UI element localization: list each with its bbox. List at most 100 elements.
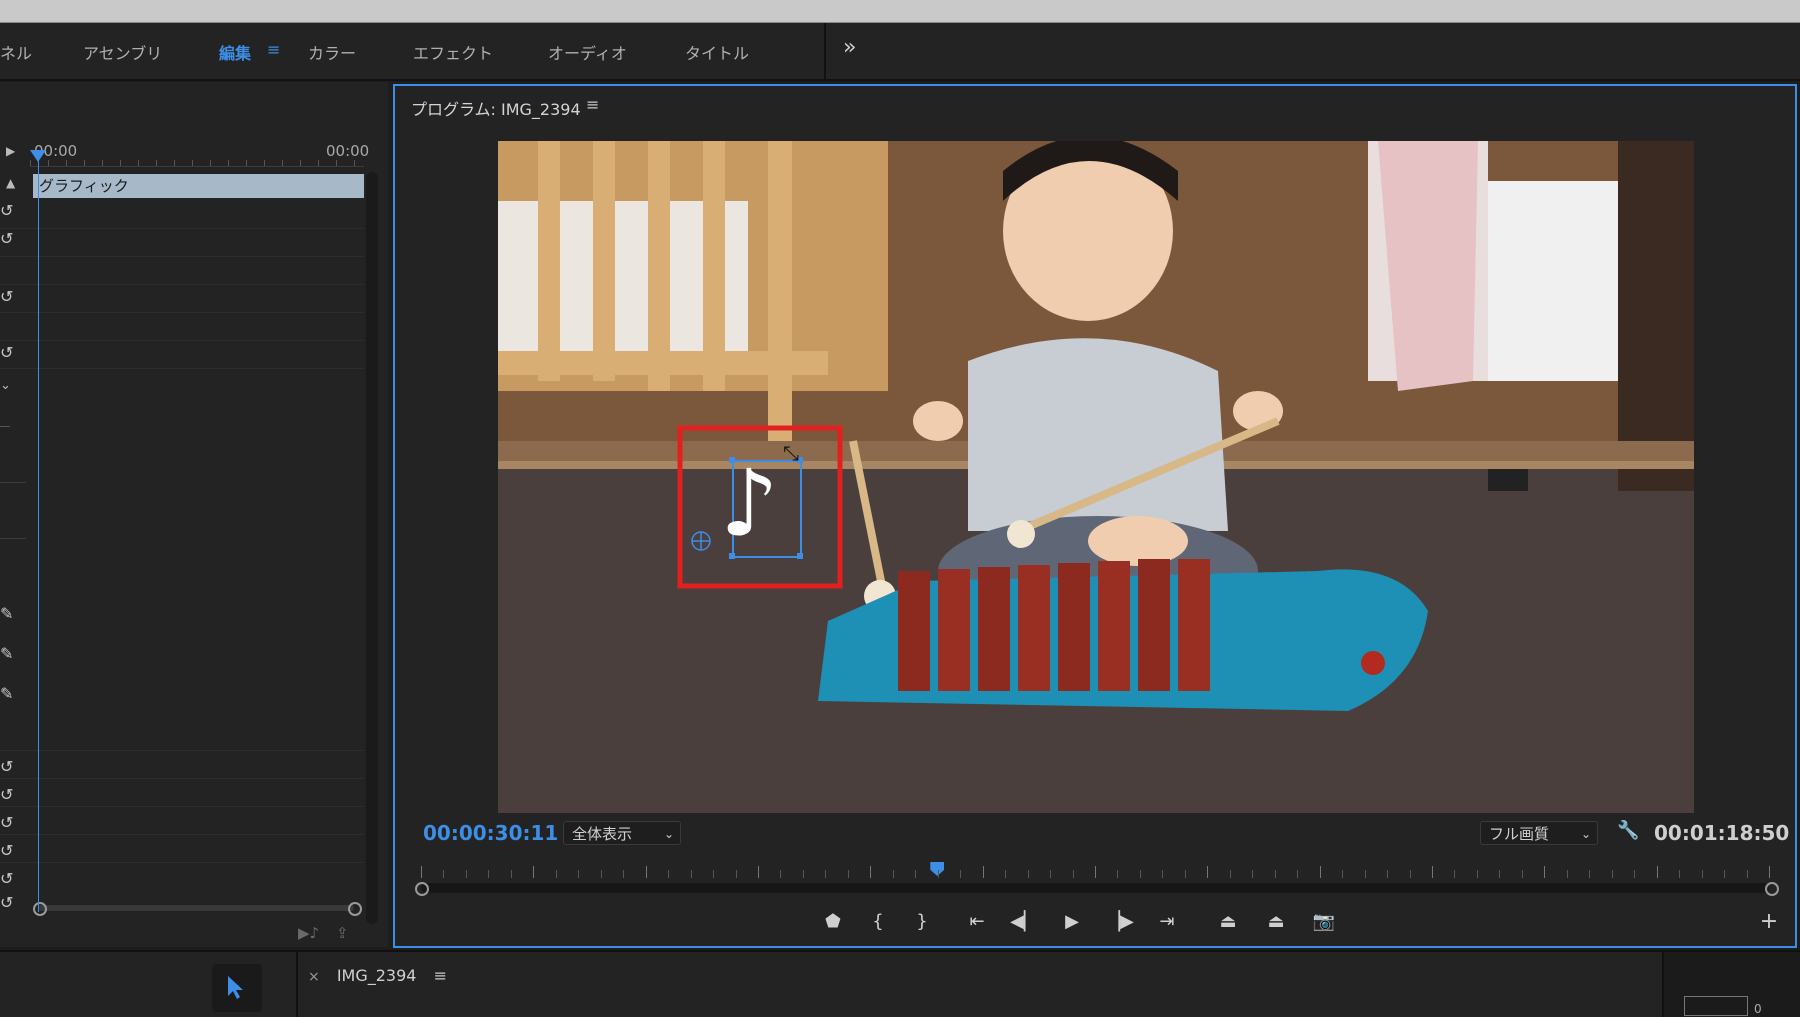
workspace-tab-effects[interactable]: エフェクト [413,40,493,64]
workspace-tab-assembly[interactable]: アセンブリ [83,40,162,64]
ruler-tick [758,866,759,878]
ruler-tick [1139,870,1141,878]
workspace-tab-channel[interactable]: ネル [0,40,32,64]
sequence-tab[interactable]: × IMG_2394 ≡ [296,966,447,985]
ruler-tick [780,870,782,878]
play-button[interactable]: ▶ [1057,907,1087,937]
video-frame[interactable]: ♪ ⤡ [498,141,1694,813]
expand-triangle-icon[interactable]: ▶ [6,144,15,158]
ruler-tick [1432,866,1433,878]
zoom-handle-left[interactable] [415,882,429,896]
reset-icon[interactable]: ↺ [0,230,18,248]
workspace-bar: ネル アセンブリ 編集 ≡ カラー エフェクト オーディオ タイトル » [0,23,1800,81]
reset-icon[interactable]: ↺ [0,786,18,804]
reset-icon[interactable]: ↺ [0,758,18,776]
zoom-handle-left[interactable] [33,902,47,916]
property-row [0,228,364,257]
ruler-tick [1027,870,1029,878]
selection-tool-icon[interactable] [226,974,246,1000]
play-audio-icon[interactable]: ▶♪ [298,924,319,942]
ruler-tick [847,870,849,878]
step-back-button[interactable]: ◀▏ [1009,907,1039,937]
ruler-tick [1566,870,1568,878]
reset-icon[interactable]: ↺ [0,842,18,860]
property-row [0,834,364,863]
mark-in-button[interactable]: { [863,907,893,937]
ruler-tick [600,870,602,878]
ruler-tick [802,870,804,878]
add-button-icon[interactable]: + [1754,907,1784,937]
ruler-tick [510,870,512,878]
workspace-overflow-icon[interactable]: » [843,35,856,60]
go-to-out-button[interactable]: ⇥ [1152,907,1182,937]
ruler-tick [533,866,535,878]
ruler-tick [1769,866,1770,878]
reset-icon[interactable]: ↺ [0,870,18,888]
ruler-tick [645,866,647,878]
workspace-tab-color[interactable]: カラー [308,40,356,64]
close-tab-icon[interactable]: × [308,969,320,985]
settings-wrench-icon[interactable]: 🔧 [1617,820,1639,841]
chevron-down-icon[interactable]: ⌄ [0,378,11,393]
export-icon[interactable]: ⇪ [336,924,349,942]
property-row [0,722,364,751]
eyedropper-icon[interactable]: ✎ [0,684,20,704]
playback-resolution-select[interactable]: フル画質 ⌄ [1480,821,1598,845]
sequence-menu-icon[interactable]: ≡ [434,966,447,985]
duration-timecode: 00:01:18:50 [1654,821,1790,845]
property-row [0,200,364,229]
divider [0,482,26,483]
ruler-tick [937,870,939,878]
export-frame-camera-icon[interactable]: 📷 [1309,907,1339,937]
ruler-tick [1184,870,1186,878]
ruler-tick [1724,870,1726,878]
property-row [0,340,364,369]
workspace-tab-editing[interactable]: 編集 [219,40,251,64]
property-row [0,312,364,341]
ruler-tick [1364,870,1366,878]
effect-controls-panel: ▶ 00:00 00:00 ▲ グラフィック ↺ ↺ ↺ ↺ ⌄ ✎ ✎ ✎ ↺… [0,82,388,947]
current-timecode[interactable]: 00:00:30:11 [423,821,558,845]
ruler-tick [1072,870,1074,878]
ruler-tick [1499,870,1501,878]
reset-icon[interactable]: ↺ [0,814,18,832]
ruler-tick [1005,870,1007,878]
vertical-scrollbar[interactable] [366,172,378,924]
reset-icon[interactable]: ↺ [0,288,18,306]
meter-value: 0 [1754,1002,1762,1016]
collapse-triangle-icon[interactable]: ▲ [6,176,15,190]
add-marker-button[interactable]: ⬟ [818,907,848,937]
music-note-graphic[interactable]: ♪ [720,454,779,554]
zoom-handle-right[interactable] [348,902,362,916]
reset-icon[interactable]: ↺ [0,344,18,362]
ruler-tick [892,870,894,878]
reset-icon[interactable]: ↺ [0,202,18,220]
workspace-tab-audio[interactable]: オーディオ [548,40,627,64]
zoom-level-value: 全体表示 [572,825,633,843]
ruler-tick [1095,866,1096,878]
go-to-in-button[interactable]: ⇤ [962,907,992,937]
step-forward-button[interactable]: ▕▶ [1105,907,1135,937]
workspace-tab-titles[interactable]: タイトル [685,40,749,64]
property-row [0,778,364,807]
zoom-handle-right[interactable] [1765,882,1779,896]
zoom-level-select[interactable]: 全体表示 ⌄ [563,821,681,845]
eyedropper-icon[interactable]: ✎ [0,644,20,664]
graphic-clip[interactable]: グラフィック [33,174,364,198]
monitor-menu-icon[interactable]: ≡ [586,95,599,114]
zoom-scrollbar[interactable] [421,883,1769,893]
eyedropper-icon[interactable]: ✎ [0,604,20,624]
ruler-tick [443,870,445,878]
horizontal-scrollbar[interactable] [38,905,354,911]
property-row [0,284,364,313]
extract-button[interactable]: ⏏ [1261,907,1291,937]
workspace-menu-icon[interactable]: ≡ [267,40,280,59]
ruler-ticks [30,160,364,166]
ruler-tick [465,870,467,878]
lift-button[interactable]: ⏏ [1213,907,1243,937]
ruler-tick [1634,870,1636,878]
ruler-tick [1319,866,1321,878]
mark-out-button[interactable]: } [907,907,937,937]
ruler-tick [982,866,984,878]
reset-icon[interactable]: ↺ [0,894,18,912]
